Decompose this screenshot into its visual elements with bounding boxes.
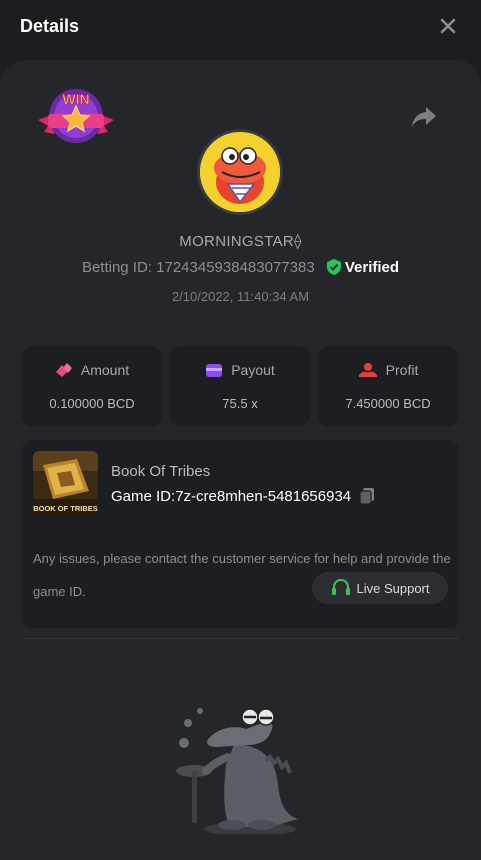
copy-button[interactable] [359,487,375,505]
game-name: Book Of Tribes [111,463,211,480]
headset-icon [331,579,350,595]
divider [22,638,459,639]
bet-datetime: 2/10/2022, 11:40:34 AM [171,289,310,304]
amount-card: Amount 0.100000 BCD [22,346,162,426]
amount-label: Amount [80,362,130,378]
crocodile-mascot-illustration [170,705,310,836]
avatar [200,132,280,212]
close-icon [440,18,456,34]
game-id-label: Game ID: [111,487,176,505]
username: MORNINGSTAR⟠ [179,233,302,250]
game-thumbnail[interactable]: BOOK OF TRIBES [33,451,98,516]
payout-value: 75.5 x [222,396,258,411]
profit-icon [358,363,377,377]
game-id-row: Game ID:7z-cre8mhen-5481656934 [111,487,375,505]
game-thumb-text: BOOK OF TRIBES [33,504,98,513]
close-button[interactable] [436,14,460,38]
payout-label: Payout [231,362,275,378]
profit-card: Profit 7.450000 BCD [318,346,458,426]
badge-text: WIN [62,91,89,107]
win-badge: WIN [36,88,116,148]
page-title: Details [20,16,80,36]
betting-id-label: Betting ID: [81,259,152,276]
header: Details [0,0,481,56]
amount-value: 0.100000 BCD [49,396,135,411]
betting-id-value: 1724345938483077383 [156,259,315,276]
payout-card: Payout 75.5 x [170,346,310,426]
live-support-button[interactable]: Live Support [312,572,448,604]
shield-check-icon [326,259,341,275]
copy-icon [359,488,375,505]
share-icon [412,107,436,127]
live-support-label: Live Support [356,580,430,596]
game-card: BOOK OF TRIBES Book Of Tribes Game ID:7z… [22,440,459,628]
profit-label: Profit [385,362,419,378]
coins-icon [55,363,72,377]
share-button[interactable] [410,104,438,130]
betting-id-row: Betting ID: 1724345938483077383 Verified [0,259,481,276]
game-id-value: 7z-cre8mhen-5481656934 [175,487,352,505]
wallet-icon [206,364,223,377]
verified-label: Verified [344,259,400,276]
profit-value: 7.450000 BCD [345,396,431,411]
